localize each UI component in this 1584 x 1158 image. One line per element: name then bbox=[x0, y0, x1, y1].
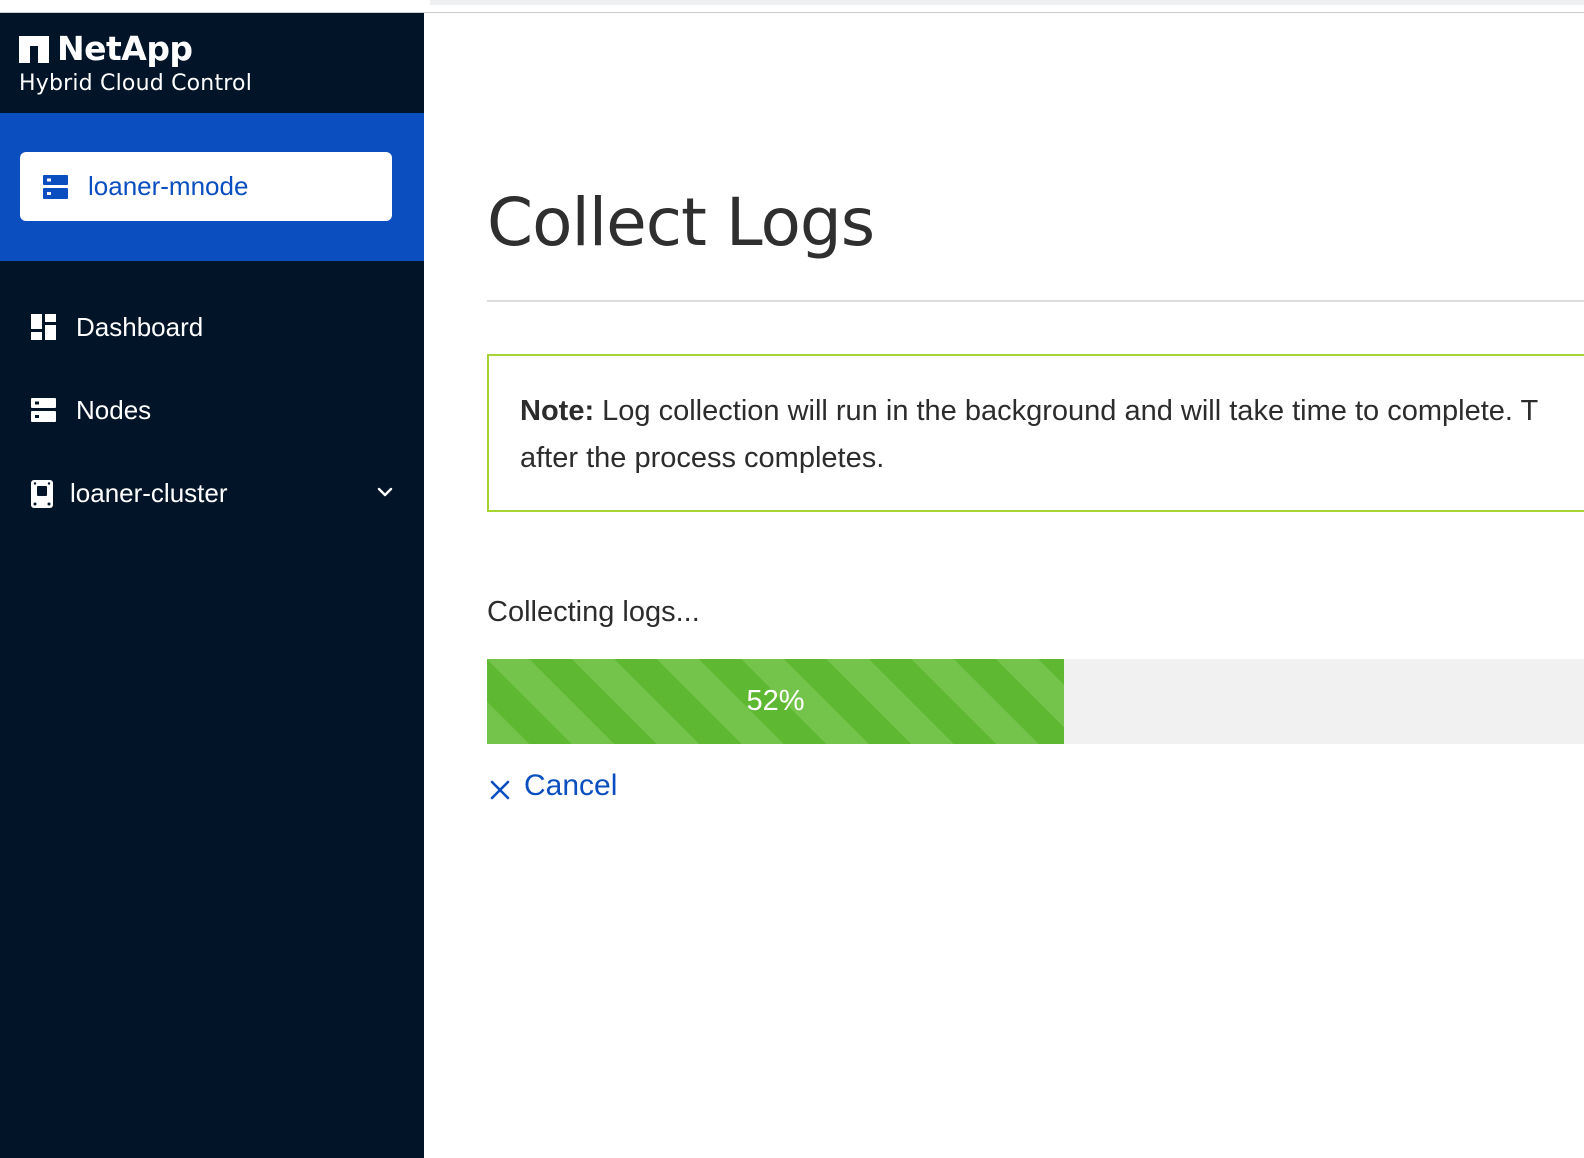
cancel-label: Cancel bbox=[524, 769, 618, 802]
browser-tab-shade bbox=[430, 0, 1584, 5]
note-label: Note: bbox=[520, 395, 595, 427]
progress-label: Collecting logs... bbox=[487, 596, 700, 628]
close-icon bbox=[489, 775, 511, 800]
context-selector-mnode[interactable]: loaner-mnode bbox=[20, 152, 392, 221]
sidebar-item-dashboard[interactable]: Dashboard bbox=[0, 297, 424, 357]
note-line-1: Log collection will run in the backgroun… bbox=[602, 395, 1539, 427]
brand-name: NetApp bbox=[57, 29, 193, 68]
page-title: Collect Logs bbox=[487, 184, 875, 261]
chevron-down-icon[interactable] bbox=[376, 483, 394, 501]
sidebar-item-nodes[interactable]: Nodes bbox=[0, 380, 424, 440]
brand: NetApp Hybrid Cloud Control bbox=[19, 30, 252, 98]
context-band: loaner-mnode bbox=[0, 113, 424, 261]
server-icon bbox=[31, 397, 56, 423]
browser-top-strip bbox=[0, 0, 1584, 13]
note-text: Note: Log collection will run in the bac… bbox=[520, 388, 1584, 482]
note-box: Note: Log collection will run in the bac… bbox=[487, 354, 1584, 512]
dashboard-icon bbox=[31, 314, 56, 340]
server-icon bbox=[43, 174, 68, 199]
sidebar: NetApp Hybrid Cloud Control loaner-mnode bbox=[0, 13, 424, 1158]
progress-percent: 52% bbox=[746, 685, 805, 717]
title-divider bbox=[487, 300, 1584, 302]
sidebar-item-label: loaner-cluster bbox=[70, 477, 228, 508]
cluster-icon bbox=[31, 480, 56, 508]
sidebar-item-label: Dashboard bbox=[76, 311, 204, 342]
progress-bar: 52% bbox=[487, 659, 1584, 744]
main-content: Collect Logs Note: Log collection will r… bbox=[487, 13, 1584, 1158]
sidebar-item-loaner-cluster[interactable]: loaner-cluster bbox=[0, 463, 424, 523]
brand-subtitle: Hybrid Cloud Control bbox=[19, 71, 253, 96]
cancel-button[interactable]: Cancel bbox=[489, 769, 617, 803]
netapp-logo-icon bbox=[19, 35, 49, 63]
context-label: loaner-mnode bbox=[88, 171, 249, 201]
progress-fill: 52% bbox=[487, 659, 1064, 744]
sidebar-item-label: Nodes bbox=[76, 394, 152, 425]
note-line-2: after the process completes. bbox=[520, 442, 885, 474]
